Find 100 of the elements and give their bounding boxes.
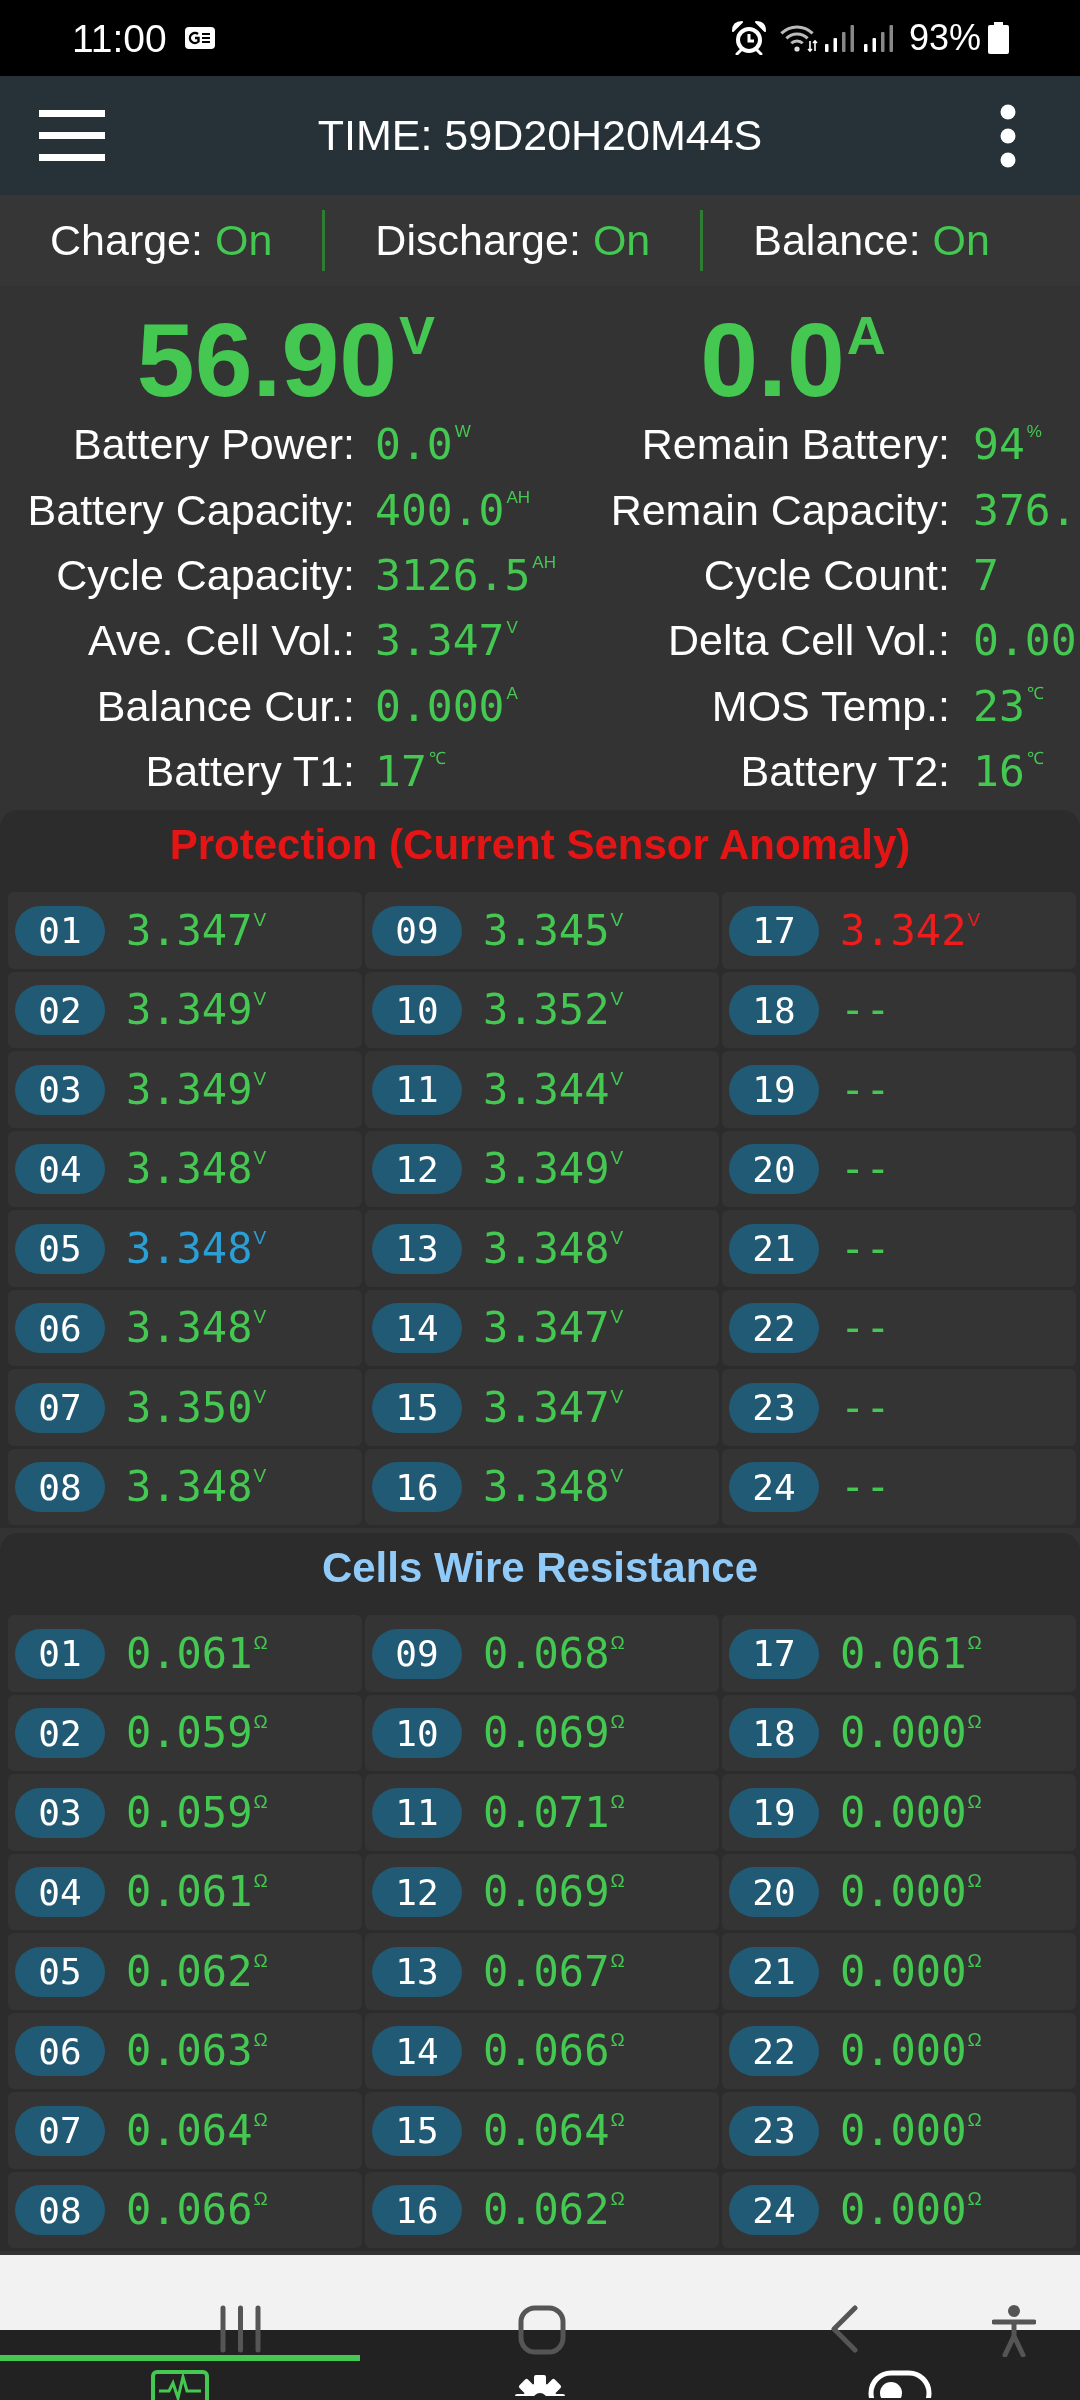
- cell-number: 06: [15, 1303, 105, 1354]
- cell-number: 06: [15, 2026, 105, 2077]
- cell-number: 09: [372, 1628, 462, 1679]
- stat-label: Remain Battery:: [641, 420, 950, 470]
- back-icon[interactable]: [830, 2305, 858, 2353]
- stat-label: Delta Cell Vol.:: [667, 616, 950, 666]
- cell-number: 17: [729, 1628, 819, 1679]
- cell-number: 10: [372, 985, 462, 1036]
- cell-resistance: 0.064$^{Ω}$: [126, 2109, 268, 2152]
- cell-number: 14: [372, 2026, 462, 2077]
- cell-resistance: 0.069$^{Ω}$: [483, 1871, 625, 1914]
- toggle-icon: [868, 2370, 932, 2398]
- cell-number: 01: [15, 1628, 105, 1679]
- stat-value: 376.: [973, 488, 1077, 532]
- cell-resistance: 0.000$^{Ω}$: [840, 1791, 982, 1834]
- cell-voltage: 3.352$^{V}$: [483, 989, 624, 1032]
- stat-label: MOS Temp.:: [711, 681, 950, 731]
- cell-number: 02: [15, 1708, 105, 1759]
- cell-number: 21: [729, 1223, 819, 1274]
- cell-resistance: 0.061$^{Ω}$: [840, 1632, 982, 1675]
- stat-value: 400.0$^{AH}$: [375, 488, 531, 532]
- cell-voltage: 3.349$^{V}$: [126, 1068, 267, 1111]
- battery-icon: [988, 22, 1009, 54]
- cell-voltage: 3.344$^{V}$: [483, 1068, 624, 1111]
- stat-value: 0.00: [973, 619, 1077, 663]
- stat-label: Cycle Capacity:: [56, 550, 355, 600]
- cell-number: 08: [15, 1462, 105, 1513]
- cell-number: 18: [729, 1708, 819, 1759]
- cell-resistance: 0.000$^{Ω}$: [840, 1871, 982, 1914]
- cell-voltage: 3.347$^{V}$: [126, 909, 267, 952]
- cell-number: 11: [372, 1064, 462, 1115]
- status-label: Charge:: [50, 216, 203, 265]
- cell-number: 24: [729, 1462, 819, 1513]
- cell-voltage: 3.348$^{V}$: [126, 1148, 267, 1191]
- cell-number: 11: [372, 1787, 462, 1838]
- cell-number: 12: [372, 1867, 462, 1918]
- cell-number: 01: [15, 905, 105, 956]
- section-title: Protection (Current Sensor Anomaly): [169, 820, 911, 871]
- cell-number: 09: [372, 905, 462, 956]
- cell-resistance: 0.064$^{Ω}$: [483, 2109, 625, 2152]
- cell-voltage: 3.348$^{V}$: [126, 1227, 267, 1270]
- clock-time: 11:00: [72, 18, 167, 58]
- cell-resistance: 0.000$^{Ω}$: [840, 2109, 982, 2152]
- cell-resistance: 0.069$^{Ω}$: [483, 1712, 625, 1755]
- cell-voltage: 3.348$^{V}$: [126, 1466, 267, 1509]
- home-icon[interactable]: [518, 2305, 566, 2355]
- cell-resistance: 0.000$^{Ω}$: [840, 1712, 982, 1755]
- cell-voltage: 3.347$^{V}$: [483, 1307, 624, 1350]
- monitor-icon: [151, 2370, 209, 2400]
- stat-value: 3.347$^{V}$: [375, 619, 518, 663]
- cell-resistance: 0.066$^{Ω}$: [483, 2030, 625, 2073]
- cell-number: 15: [372, 1382, 462, 1433]
- stat-label: Cycle Count:: [703, 550, 950, 600]
- cell-resistance: 0.059$^{Ω}$: [126, 1712, 268, 1755]
- notification-icon: [184, 27, 215, 49]
- cell-number: 23: [729, 2105, 819, 2156]
- cell-number: 05: [15, 1946, 105, 1997]
- menu-icon[interactable]: [39, 110, 105, 161]
- cell-number: 03: [15, 1787, 105, 1838]
- uptime-title: TIME: 59D20H20M44S: [317, 111, 763, 160]
- cell-number: 16: [372, 2185, 462, 2236]
- cell-number: 20: [729, 1144, 819, 1195]
- pack-current-reading: 0.0$^{A}$: [700, 308, 886, 412]
- stat-label: Battery T2:: [740, 747, 950, 797]
- cell-number: 21: [729, 1946, 819, 1997]
- cell-voltage: 3.342$^{V}$: [840, 909, 981, 952]
- cell-number: 15: [372, 2105, 462, 2156]
- status-value: On: [592, 216, 651, 265]
- cell-number: 03: [15, 1064, 105, 1115]
- cell-number: 07: [15, 2105, 105, 2156]
- stat-value: 17$^{℃}$: [375, 750, 446, 794]
- cell-resistance: 0.062$^{Ω}$: [126, 1950, 268, 1993]
- cell-voltage: 3.349$^{V}$: [126, 989, 267, 1032]
- cell-voltage: 3.347$^{V}$: [483, 1386, 624, 1429]
- cell-resistance: 0.000$^{Ω}$: [840, 2030, 982, 2073]
- cell-voltage: --: [840, 1307, 891, 1350]
- cell-voltage: 3.349$^{V}$: [483, 1148, 624, 1191]
- recents-icon[interactable]: [219, 2305, 262, 2353]
- cell-voltage: --: [840, 1227, 891, 1270]
- cell-number: 05: [15, 1223, 105, 1274]
- cell-number: 13: [372, 1223, 462, 1274]
- stat-value: 16$^{℃}$: [973, 750, 1044, 794]
- accessibility-icon[interactable]: [992, 2305, 1036, 2357]
- stat-value: 0.000$^{A}$: [375, 684, 518, 728]
- cell-resistance: 0.068$^{Ω}$: [483, 1632, 625, 1675]
- stat-value: 23$^{℃}$: [973, 684, 1044, 728]
- status-label: Discharge:: [375, 216, 581, 265]
- cell-number: 19: [729, 1064, 819, 1115]
- cell-number: 24: [729, 2185, 819, 2236]
- cell-number: 22: [729, 2026, 819, 2077]
- alarm-icon: [731, 21, 766, 55]
- cell-resistance: 0.071$^{Ω}$: [483, 1791, 625, 1834]
- cell-voltage: 3.348$^{V}$: [483, 1466, 624, 1509]
- cell-voltage: --: [840, 989, 891, 1032]
- more-icon[interactable]: [1000, 103, 1016, 168]
- cell-number: 02: [15, 985, 105, 1036]
- status-value: On: [215, 216, 273, 265]
- cell-voltage: 3.348$^{V}$: [483, 1227, 624, 1270]
- stat-value: 94$^{%}$: [973, 423, 1042, 467]
- cell-resistance: 0.061$^{Ω}$: [126, 1871, 268, 1914]
